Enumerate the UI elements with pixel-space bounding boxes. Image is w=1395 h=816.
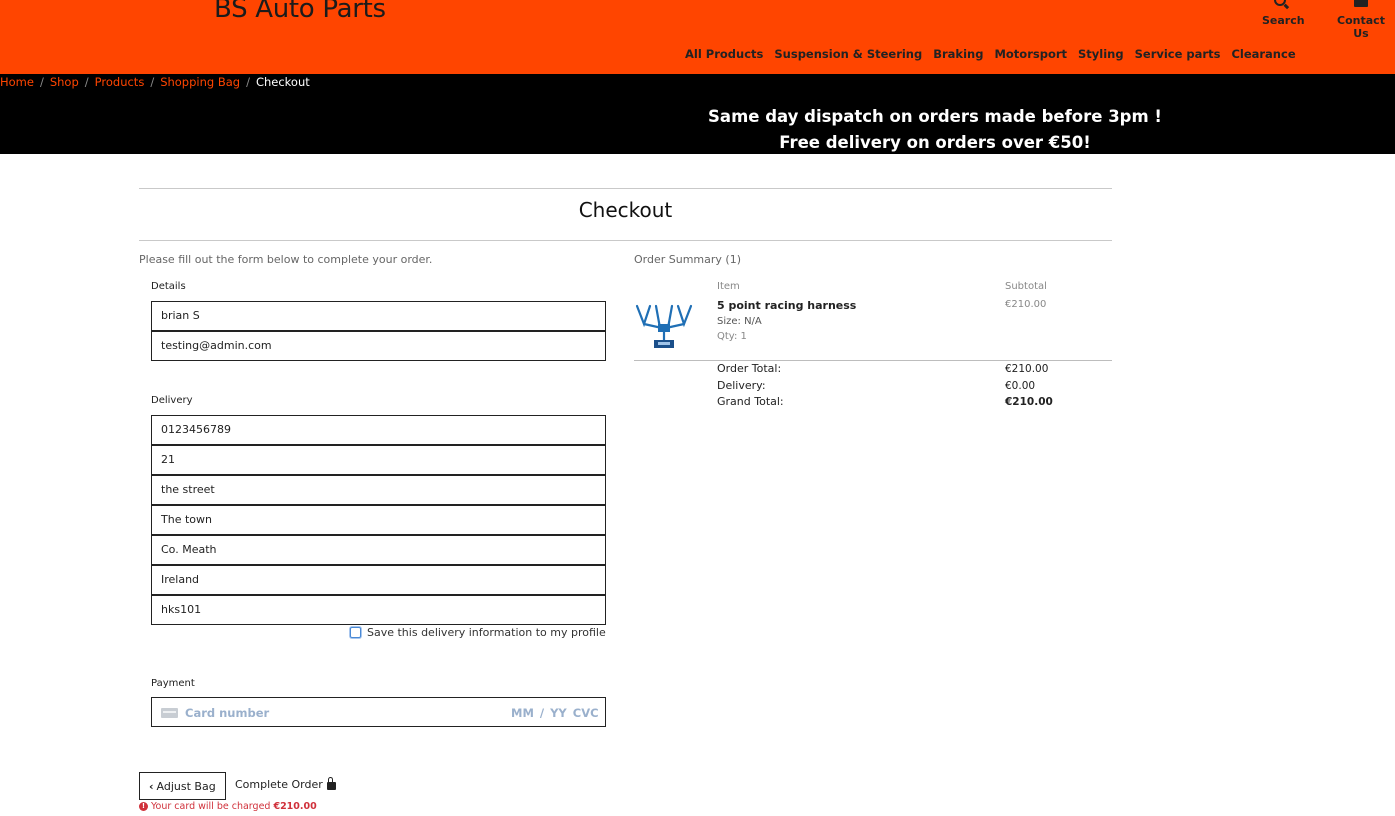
item-subtotal: €210.00 <box>1005 299 1047 310</box>
envelope-icon <box>1354 0 1368 7</box>
form-intro: Please fill out the form below to comple… <box>139 253 433 266</box>
save-info-checkbox[interactable] <box>350 627 361 638</box>
breadcrumb-home[interactable]: Home <box>0 75 34 89</box>
county-field[interactable]: Co. Meath <box>151 535 606 565</box>
adjust-bag-button[interactable]: ‹ Adjust Bag <box>139 772 226 800</box>
complete-order-label: Complete Order <box>235 778 323 791</box>
payment-label: Payment <box>151 678 195 689</box>
nav-suspension-steering[interactable]: Suspension & Steering <box>774 47 922 61</box>
chevron-left-icon: ‹ <box>149 779 154 793</box>
card-number-input[interactable]: Card number <box>185 706 269 720</box>
search-icon <box>1274 0 1286 6</box>
page-title: Checkout <box>578 198 673 222</box>
promo-line-delivery: Free delivery on orders over €50! <box>779 133 1091 152</box>
item-qty: Qty: 1 <box>717 331 747 342</box>
summary-col-subtotal: Subtotal <box>1005 281 1047 292</box>
breadcrumb-current: Checkout <box>255 75 310 89</box>
contact-label: Contact Us <box>1337 14 1385 40</box>
card-element[interactable]: Card number MM / YY CVC <box>151 697 606 727</box>
order-total-value: €210.00 <box>1005 363 1049 375</box>
street-address1-field[interactable]: 21 <box>151 445 606 475</box>
promo-text: Same day dispatch on orders made before … <box>700 104 1170 156</box>
lock-icon <box>326 776 336 790</box>
complete-order-button[interactable]: Complete Order <box>235 776 336 791</box>
order-summary-heading: Order Summary (1) <box>634 253 741 266</box>
charge-amount: €210.00 <box>273 801 317 812</box>
nav-braking[interactable]: Braking <box>933 47 983 61</box>
full-name-field[interactable]: brian S <box>151 301 606 331</box>
save-info-row: Save this delivery information to my pro… <box>350 626 606 639</box>
order-total-label: Order Total: <box>717 362 782 375</box>
nav-all-products[interactable]: All Products <box>685 47 763 61</box>
grand-total-label: Grand Total: <box>717 395 784 408</box>
grand-total-value: €210.00 <box>1005 396 1053 408</box>
search-label: Search <box>1262 14 1305 27</box>
charge-notice: ! Your card will be charged €210.00 <box>139 801 317 812</box>
delivery-cost-label: Delivery: <box>717 379 766 392</box>
nav-motorsport[interactable]: Motorsport <box>994 47 1067 61</box>
breadcrumb-shop[interactable]: Shop <box>50 75 79 89</box>
card-expiry-cvc-input[interactable]: MM / YY CVC <box>511 706 599 720</box>
delivery-cost-value: €0.00 <box>1005 380 1036 392</box>
delivery-label: Delivery <box>151 395 193 406</box>
product-thumbnail[interactable] <box>634 300 694 352</box>
breadcrumb-shopping-bag[interactable]: Shopping Bag <box>160 75 240 89</box>
item-size: Size: N/A <box>717 316 762 327</box>
charge-text: Your card will be charged <box>151 801 271 812</box>
postcode-field[interactable]: hks101 <box>151 595 606 625</box>
phone-field[interactable]: 0123456789 <box>151 415 606 445</box>
site-header: BS Auto Parts Search Contact Us All Prod… <box>0 0 1395 74</box>
street-address2-field[interactable]: the street <box>151 475 606 505</box>
details-label: Details <box>151 281 186 292</box>
save-info-label[interactable]: Save this delivery information to my pro… <box>367 626 606 639</box>
nav-styling[interactable]: Styling <box>1078 47 1124 61</box>
title-divider-bottom <box>139 240 1112 241</box>
adjust-bag-label: Adjust Bag <box>156 779 216 793</box>
summary-divider <box>634 360 1112 361</box>
nav-service-parts[interactable]: Service parts <box>1135 47 1221 61</box>
brand-logo[interactable]: BS Auto Parts <box>214 0 386 24</box>
summary-col-item: Item <box>717 281 740 292</box>
main-nav: All Products Suspension & Steering Braki… <box>685 47 1296 61</box>
item-name[interactable]: 5 point racing harness <box>717 299 856 312</box>
breadcrumb-products[interactable]: Products <box>95 75 145 89</box>
email-field[interactable]: testing@admin.com <box>151 331 606 361</box>
exclamation-circle-icon: ! <box>139 802 148 811</box>
credit-card-icon <box>161 708 178 718</box>
breadcrumb: Home / Shop / Products / Shopping Bag / Checkout <box>0 75 310 89</box>
promo-line-dispatch: Same day dispatch on orders made before … <box>708 107 1162 126</box>
nav-clearance[interactable]: Clearance <box>1231 47 1295 61</box>
town-field[interactable]: The town <box>151 505 606 535</box>
country-select[interactable]: Ireland <box>151 565 606 595</box>
title-divider-top <box>139 188 1112 189</box>
